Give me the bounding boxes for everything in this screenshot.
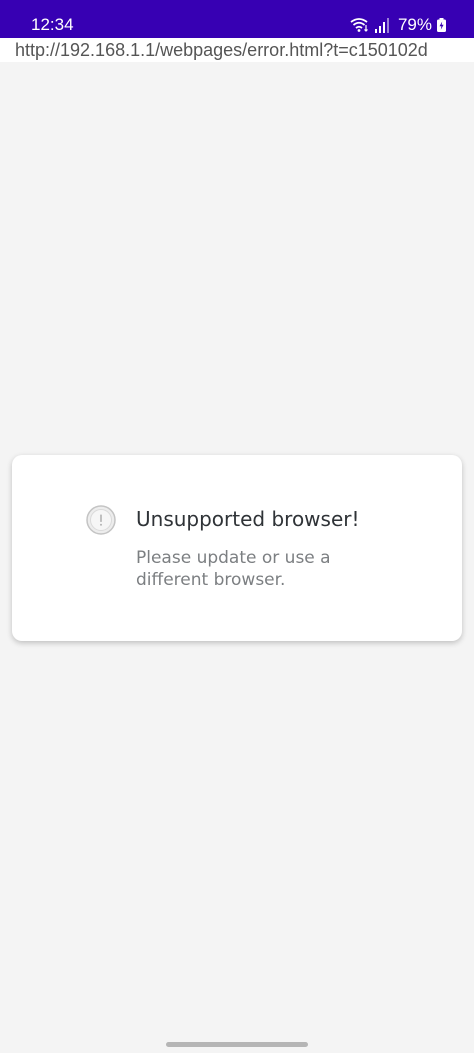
url-bar[interactable]: http://192.168.1.1/webpages/error.html?t… — [0, 38, 474, 62]
battery-charging-icon — [437, 18, 446, 32]
wifi-calling-icon — [350, 17, 370, 33]
status-bar: 12:34 79% — [0, 0, 474, 38]
error-message: Please update or use a different browser… — [136, 548, 331, 590]
status-icons: 79% — [350, 14, 446, 36]
home-indicator[interactable] — [166, 1042, 308, 1047]
url-text[interactable]: http://192.168.1.1/webpages/error.html?t… — [15, 39, 428, 61]
error-title: Unsupported browser! — [136, 507, 360, 531]
battery-percentage: 79% — [397, 15, 432, 34]
status-time: 12:34 — [31, 15, 74, 34]
signal-icon — [374, 17, 389, 33]
warning-circle-icon — [86, 505, 116, 535]
